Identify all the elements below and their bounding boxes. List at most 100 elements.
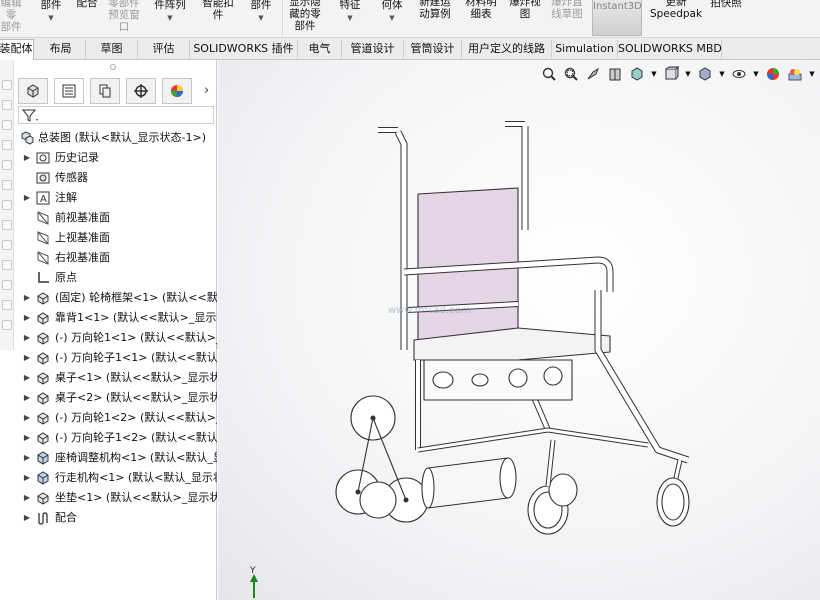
featuremanager-icon xyxy=(27,84,39,98)
strip-icon[interactable] xyxy=(2,280,12,290)
part-icon xyxy=(35,290,51,306)
tree-node-annotations[interactable]: ▶ A 注解 xyxy=(22,188,77,208)
tree-node-label: 上视基准面 xyxy=(55,231,110,244)
strip-icon[interactable] xyxy=(2,260,12,270)
tab-simulation[interactable]: Simulation xyxy=(552,40,618,59)
expand-arrow-icon[interactable]: ▶ xyxy=(22,408,32,428)
tree-filter[interactable] xyxy=(18,106,214,124)
tab-layout[interactable]: 布局 xyxy=(36,40,86,59)
expand-arrow-icon[interactable]: ▶ xyxy=(22,288,32,308)
expand-arrow-icon[interactable]: ▶ xyxy=(22,448,32,468)
expand-arrow-icon[interactable]: ▶ xyxy=(22,188,32,208)
expand-arrow-icon[interactable]: ▶ xyxy=(22,348,32,368)
tree-node-label: (-) 万向轮1<1> (默认<<默认>_ xyxy=(55,331,217,344)
new-motion-study-button[interactable]: 新建运 动算例 xyxy=(416,0,454,20)
strip-icon[interactable] xyxy=(2,80,12,90)
tab-piping[interactable]: 管道设计 xyxy=(342,40,404,59)
strip-icon[interactable] xyxy=(2,320,12,330)
tab-solidworks-addins[interactable]: SOLIDWORKS 插件 xyxy=(190,40,298,59)
expand-arrow-icon[interactable]: ▶ xyxy=(22,468,32,488)
tab-solidworks-mbd[interactable]: SOLIDWORKS MBD xyxy=(618,40,722,59)
dimxpertmanager-tab[interactable] xyxy=(126,78,156,104)
tab-sketch[interactable]: 草图 xyxy=(86,40,138,59)
tree-node-front-plane[interactable]: 前视基准面 xyxy=(22,208,110,228)
wheelchair-3d-model[interactable] xyxy=(218,60,820,600)
mate-button[interactable]: 配合 xyxy=(74,0,100,9)
left-toolbar-strip xyxy=(0,60,14,350)
bill-of-materials-button[interactable]: 材料明 细表 xyxy=(462,0,500,20)
explode-line-sketch-button[interactable]: 爆炸直 线草图 xyxy=(548,0,586,20)
tree-node-label: 坐垫<1> (默认<<默认>_显示状 xyxy=(55,491,217,504)
tree-root-node[interactable]: 总装图 (默认<默认_显示状态-1>) xyxy=(18,128,206,148)
displaymanager-tab[interactable] xyxy=(162,78,192,104)
component-preview-button[interactable]: 零部件 预览窗 口 xyxy=(106,0,142,33)
exploded-view-button[interactable]: 爆炸视 图 xyxy=(506,0,544,20)
tree-node-seat-adjust-mechanism[interactable]: ▶ 座椅调整机构<1> (默认<默认_显 xyxy=(22,448,217,468)
tree-node-label: 前视基准面 xyxy=(55,211,110,224)
take-snapshot-button[interactable]: 拍快照 xyxy=(706,0,746,9)
part-icon xyxy=(35,410,51,426)
assembly-features-button[interactable]: 特征 ▼ xyxy=(336,0,364,24)
tree-node-backrest[interactable]: ▶ 靠背1<1> (默认<<默认>_显示状 xyxy=(22,308,217,328)
expand-arrow-icon[interactable]: ▶ xyxy=(22,488,32,508)
tree-node-table-2[interactable]: ▶ 桌子<2> (默认<<默认>_显示状 xyxy=(22,388,217,408)
assembly-icon xyxy=(35,450,51,466)
strip-icon[interactable] xyxy=(2,180,12,190)
expand-arrow-icon[interactable]: ▶ xyxy=(22,148,32,168)
strip-icon[interactable] xyxy=(2,160,12,170)
tab-user-defined-routing[interactable]: 用户定义的线路 xyxy=(462,40,552,59)
tab-assembly[interactable]: 装配体 xyxy=(0,39,34,60)
tree-node-caster-wheel-2[interactable]: ▶ (-) 万向轮子1<2> (默认<<默认 xyxy=(22,428,217,448)
chevron-right-icon[interactable]: › xyxy=(204,83,209,98)
reference-geometry-button[interactable]: 何体 ▼ xyxy=(378,0,406,24)
strip-icon[interactable] xyxy=(2,300,12,310)
insert-component-button[interactable]: 部件 ▼ xyxy=(38,0,64,24)
tab-evaluate[interactable]: 评估 xyxy=(138,40,190,59)
tree-node-mates[interactable]: ▶ 配合 xyxy=(22,508,77,528)
expand-arrow-icon[interactable]: ▶ xyxy=(22,368,32,388)
tab-electrical[interactable]: 电气 xyxy=(298,40,342,59)
edit-component-button[interactable]: 编辑零 部件 xyxy=(0,0,26,33)
configurationmanager-tab[interactable] xyxy=(90,78,120,104)
ribbon-label: 材料明 细表 xyxy=(465,0,497,20)
tree-node-wheelchair-frame[interactable]: ▶ (固定) 轮椅框架<1> (默认<<默 xyxy=(22,288,217,308)
instant3d-button[interactable]: Instant3D xyxy=(592,0,642,36)
strip-icon[interactable] xyxy=(2,140,12,150)
strip-icon[interactable] xyxy=(2,100,12,110)
expand-arrow-icon[interactable]: ▶ xyxy=(22,388,32,408)
tree-node-sensors[interactable]: 传感器 xyxy=(22,168,88,188)
tree-node-caster-2[interactable]: ▶ (-) 万向轮1<2> (默认<<默认>_ xyxy=(22,408,217,428)
tree-node-right-plane[interactable]: 右视基准面 xyxy=(22,248,110,268)
propertymanager-tab[interactable] xyxy=(54,78,84,104)
tree-node-top-plane[interactable]: 上视基准面 xyxy=(22,228,110,248)
move-component-button[interactable]: 部件 ▼ xyxy=(248,0,274,24)
featuremanager-tab[interactable] xyxy=(18,78,48,104)
ribbon-label: 零部件 预览窗 口 xyxy=(108,0,140,33)
tree-node-table-1[interactable]: ▶ 桌子<1> (默认<<默认>_显示状 xyxy=(22,368,217,388)
strip-icon[interactable] xyxy=(2,220,12,230)
tree-node-caster-1[interactable]: ▶ (-) 万向轮1<1> (默认<<默认>_ xyxy=(22,328,217,348)
strip-icon[interactable] xyxy=(2,120,12,130)
show-hidden-components-button[interactable]: 显示隐 藏的零 部件 xyxy=(286,0,324,32)
triad-y-label: Y xyxy=(250,566,256,576)
command-manager-tabs: 装配体 布局 草图 评估 SOLIDWORKS 插件 电气 管道设计 管筒设计 … xyxy=(0,38,820,60)
tree-node-seat-cushion[interactable]: ▶ 坐垫<1> (默认<<默认>_显示状 xyxy=(22,488,217,508)
expand-arrow-icon[interactable]: ▶ xyxy=(22,508,32,528)
tab-label: 用户定义的线路 xyxy=(468,42,545,55)
strip-icon[interactable] xyxy=(2,200,12,210)
update-speedpak-button[interactable]: 更新 Speedpak xyxy=(648,0,704,20)
expand-arrow-icon[interactable]: ▶ xyxy=(22,308,32,328)
strip-icon[interactable] xyxy=(2,240,12,250)
tab-tubing[interactable]: 管筒设计 xyxy=(404,40,462,59)
tree-node-walking-mechanism[interactable]: ▶ 行走机构<1> (默认<默认_显示状 xyxy=(22,468,217,488)
graphics-area[interactable]: ▼ ▼ ▼ ▼ ▼ www.mfcad.com Y xyxy=(218,60,820,600)
linear-pattern-button[interactable]: 件阵列 ▼ xyxy=(152,0,188,24)
expand-arrow-icon[interactable]: ▶ xyxy=(22,328,32,348)
tree-node-history[interactable]: ▶ 历史记录 xyxy=(22,148,99,168)
tree-node-label: (-) 万向轮子1<1> (默认<<默认 xyxy=(55,351,217,364)
smart-fasteners-button[interactable]: 智能扣 件 xyxy=(200,0,236,21)
expand-arrow-icon[interactable]: ▶ xyxy=(22,428,32,448)
tree-node-origin[interactable]: 原点 xyxy=(22,268,77,288)
panel-grip-icon[interactable] xyxy=(110,64,116,70)
tree-node-caster-wheel-1[interactable]: ▶ (-) 万向轮子1<1> (默认<<默认 xyxy=(22,348,217,368)
